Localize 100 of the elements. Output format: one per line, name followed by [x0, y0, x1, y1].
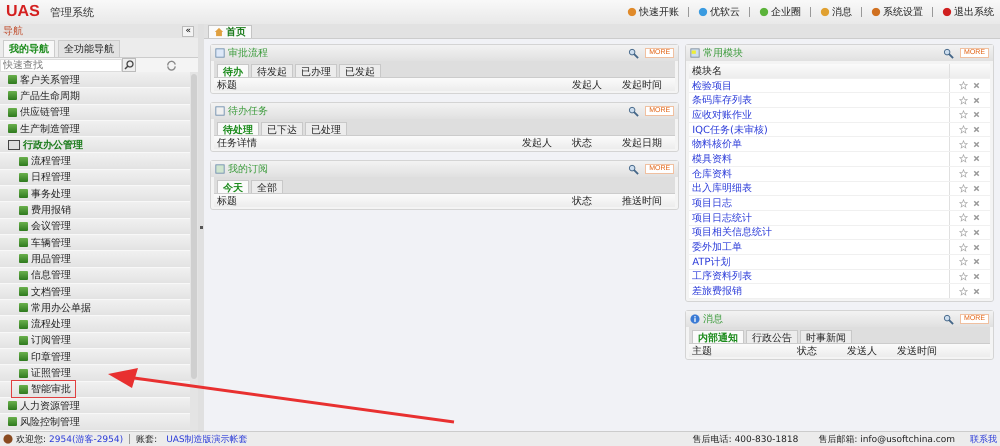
header-link[interactable]: 快速开账	[627, 5, 679, 19]
header-link[interactable]: 系统设置	[871, 5, 923, 19]
module-link[interactable]: 出入库明细表	[689, 182, 950, 196]
header-link[interactable]: 退出系统	[942, 5, 994, 19]
refresh-icon[interactable]	[166, 60, 177, 70]
star-icon[interactable]	[959, 184, 968, 193]
close-icon[interactable]	[972, 257, 981, 266]
search-icon[interactable]	[943, 48, 954, 58]
module-link[interactable]: 模具资料	[689, 152, 950, 166]
header-link[interactable]: 优软云	[698, 5, 740, 19]
star-icon[interactable]	[959, 198, 968, 208]
star-icon[interactable]	[959, 242, 968, 252]
star-icon[interactable]	[959, 169, 968, 178]
column-header: 发送人	[847, 344, 878, 358]
module-link[interactable]: IQC任务(未审核)	[689, 122, 950, 136]
panel-tab[interactable]: 行政公告	[746, 330, 798, 343]
module-link[interactable]: 项目相关信息统计	[689, 226, 950, 240]
panel-tab[interactable]: 今天	[217, 180, 249, 193]
close-icon[interactable]	[972, 81, 981, 90]
close-icon[interactable]	[972, 198, 981, 208]
search-icon[interactable]	[628, 48, 640, 58]
close-icon[interactable]	[972, 96, 981, 105]
tree-item[interactable]: 风险控制管理	[0, 414, 190, 431]
tree-item[interactable]: 客户关系管理	[0, 72, 190, 88]
column-header: 主题	[692, 344, 714, 358]
app-title: 管理系统	[50, 4, 94, 20]
star-icon[interactable]	[959, 110, 968, 120]
close-icon[interactable]	[972, 140, 981, 149]
module-link[interactable]: 工序资料列表	[689, 270, 950, 284]
close-icon[interactable]	[972, 272, 981, 281]
tree-item[interactable]: 供应链管理	[0, 104, 190, 121]
nav-tab[interactable]: 全功能导航	[58, 40, 120, 57]
nav-tab[interactable]: 我的导航	[3, 40, 55, 57]
scrollbar[interactable]	[190, 72, 198, 431]
close-icon[interactable]	[972, 184, 981, 193]
close-icon[interactable]	[972, 286, 981, 296]
panel-tab[interactable]: 全部	[251, 180, 283, 193]
user-link[interactable]: 2954(游客-2954)	[49, 432, 124, 446]
star-icon[interactable]	[959, 286, 968, 296]
panel-tab[interactable]: 已下达	[261, 122, 303, 135]
panel-tab[interactable]: 内部通知	[692, 330, 744, 343]
star-icon[interactable]	[959, 272, 968, 281]
close-icon[interactable]	[972, 228, 981, 237]
header-link[interactable]: 企业圈	[759, 5, 801, 19]
collapse-button[interactable]: «	[182, 26, 194, 36]
module-link[interactable]: 物料核价单	[689, 137, 950, 152]
tree-item[interactable]: 人力资源管理	[0, 398, 190, 414]
header-link-icon	[698, 7, 708, 17]
close-icon[interactable]	[972, 242, 981, 252]
column-header: 模块名	[689, 64, 950, 78]
module-link[interactable]: 检验项目	[689, 78, 950, 92]
star-icon[interactable]	[959, 96, 968, 105]
panel-tab[interactable]: 待发起	[251, 64, 293, 77]
module-link[interactable]: 条码库存列表	[689, 93, 950, 108]
search-icon[interactable]	[122, 58, 136, 72]
module-link[interactable]: 项目日志统计	[689, 210, 950, 225]
star-icon[interactable]	[959, 257, 968, 266]
star-icon[interactable]	[959, 228, 968, 237]
module-link[interactable]: 差旅费报销	[689, 284, 950, 298]
star-icon[interactable]	[959, 213, 968, 222]
panel-icon	[215, 48, 225, 58]
header-link[interactable]: 消息	[820, 5, 852, 19]
search-icon[interactable]	[943, 314, 954, 324]
panel-tab[interactable]: 待办	[217, 64, 249, 77]
star-icon[interactable]	[959, 154, 968, 164]
module-link[interactable]: 项目日志	[689, 196, 950, 210]
status-text: 售后电话: 400-830-1818	[692, 434, 798, 446]
tree-item[interactable]: 行政办公管理	[0, 137, 190, 154]
panel-tab[interactable]: 已办理	[295, 64, 337, 77]
search-icon[interactable]	[628, 106, 640, 116]
tree-item[interactable]: 生产制造管理	[0, 120, 190, 138]
close-icon[interactable]	[972, 169, 981, 178]
header-link-icon	[820, 7, 830, 17]
star-icon[interactable]	[959, 140, 968, 149]
panel-tab[interactable]: 已发起	[339, 64, 381, 77]
star-icon[interactable]	[959, 81, 968, 90]
panel-tab[interactable]: 待处理	[217, 122, 259, 135]
module-link[interactable]: 应收对账作业	[689, 108, 950, 122]
panel-tab[interactable]: 已处理	[305, 122, 347, 135]
star-icon[interactable]	[959, 125, 968, 134]
panel-icon	[215, 106, 225, 116]
tree-item[interactable]: 产品生命周期	[0, 88, 190, 105]
panel-icon	[690, 48, 700, 58]
account-link[interactable]: UAS制造版演示帐套	[166, 432, 248, 446]
module-link[interactable]: ATP计划	[689, 254, 950, 269]
module-link[interactable]: 仓库资料	[689, 166, 950, 180]
column-header: 任务详情	[217, 136, 258, 150]
panel-tab[interactable]: 时事新闻	[800, 330, 852, 343]
header-link-icon	[627, 7, 637, 17]
close-icon[interactable]	[972, 154, 981, 164]
search-icon[interactable]	[628, 164, 640, 174]
contact-link[interactable]: 联系我	[970, 432, 997, 446]
close-icon[interactable]	[972, 125, 981, 134]
close-icon[interactable]	[972, 110, 981, 120]
logo: UAS	[6, 3, 40, 21]
close-icon[interactable]	[972, 213, 981, 222]
page-tab[interactable]: 首页	[208, 25, 252, 38]
module-link[interactable]: 委外加工单	[689, 240, 950, 254]
search-field[interactable]: 快速查找	[0, 58, 122, 72]
column-header: 状态	[572, 194, 594, 208]
